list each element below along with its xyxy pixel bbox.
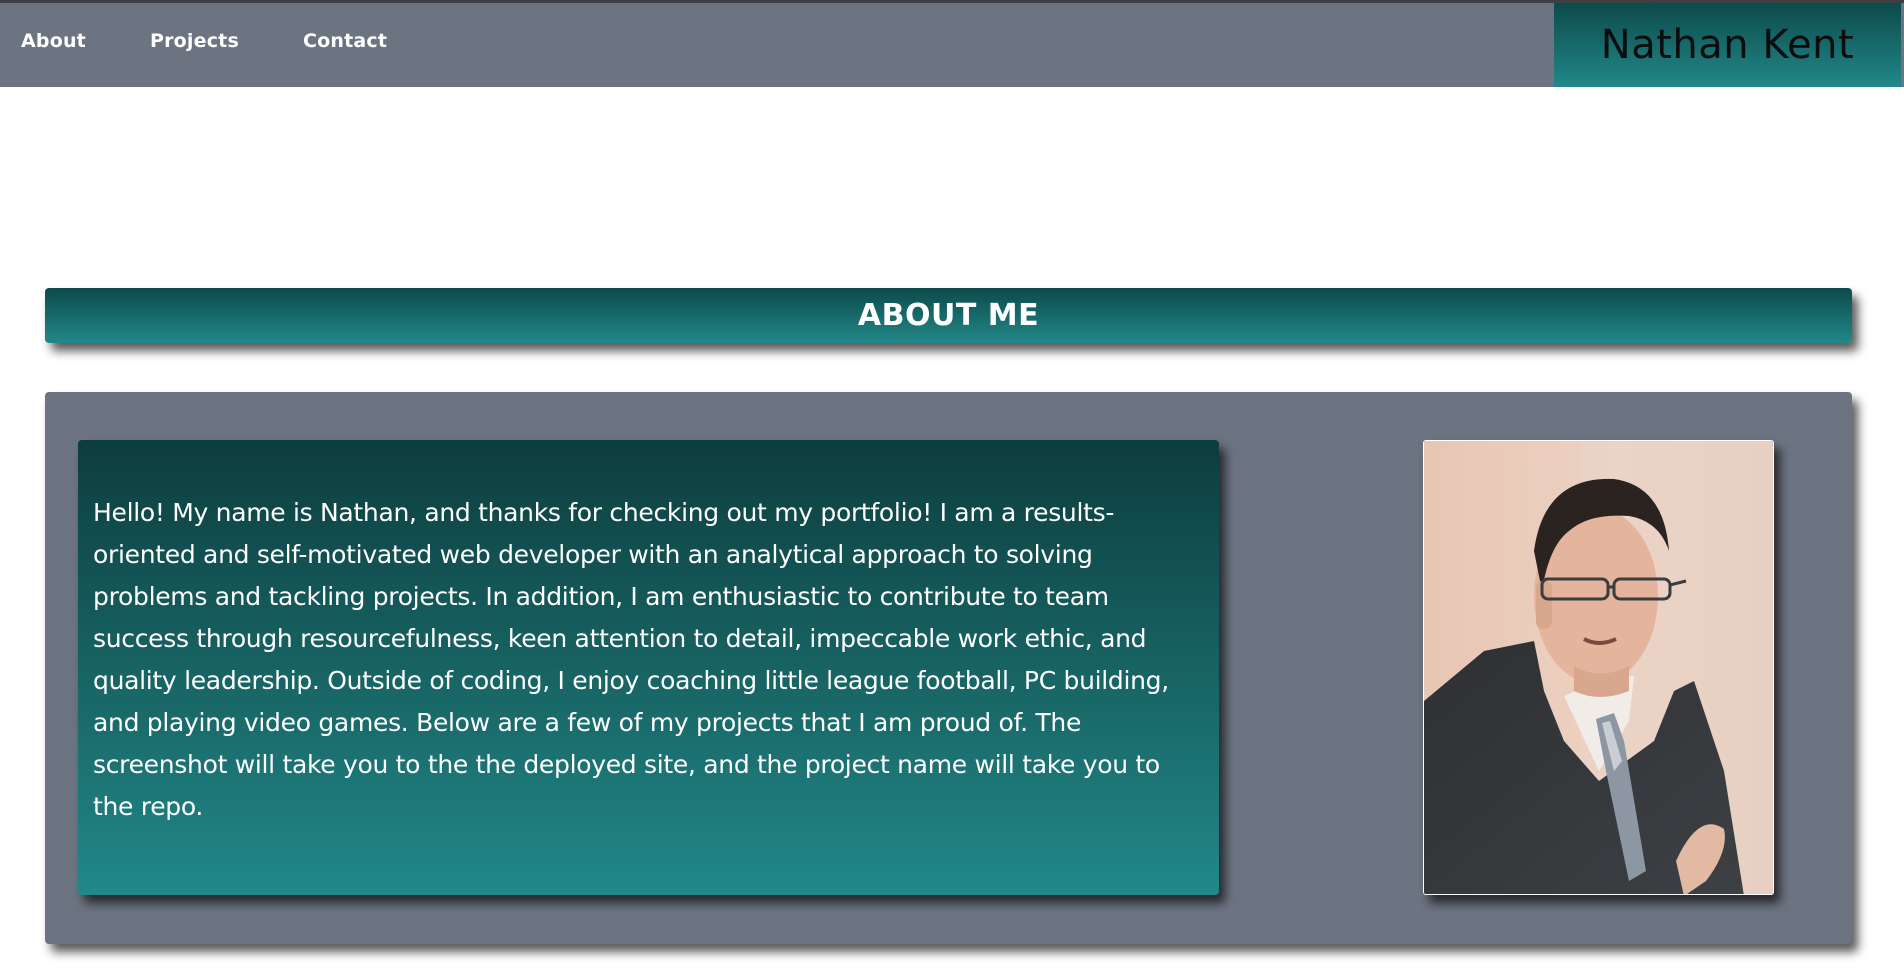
about-section-header: ABOUT ME [45,288,1852,343]
portrait-image [1424,441,1773,894]
nav-link-contact[interactable]: Contact [303,30,387,52]
about-section-title: ABOUT ME [857,298,1040,333]
bio-card: Hello! My name is Nathan, and thanks for… [78,440,1219,895]
portfolio-page: About Projects Contact Nathan Kent ABOUT… [0,0,1904,970]
about-panel: Hello! My name is Nathan, and thanks for… [45,392,1852,944]
brand-block: Nathan Kent [1554,3,1901,87]
brand-name: Nathan Kent [1600,22,1855,68]
navbar: About Projects Contact Nathan Kent [0,3,1904,87]
nav-link-about[interactable]: About [21,30,86,52]
scrollbar[interactable] [1898,87,1904,970]
nav-link-projects[interactable]: Projects [150,30,239,52]
nav-links: About Projects Contact [21,30,451,52]
portrait-photo [1423,440,1774,895]
bio-text: Hello! My name is Nathan, and thanks for… [93,498,1169,821]
